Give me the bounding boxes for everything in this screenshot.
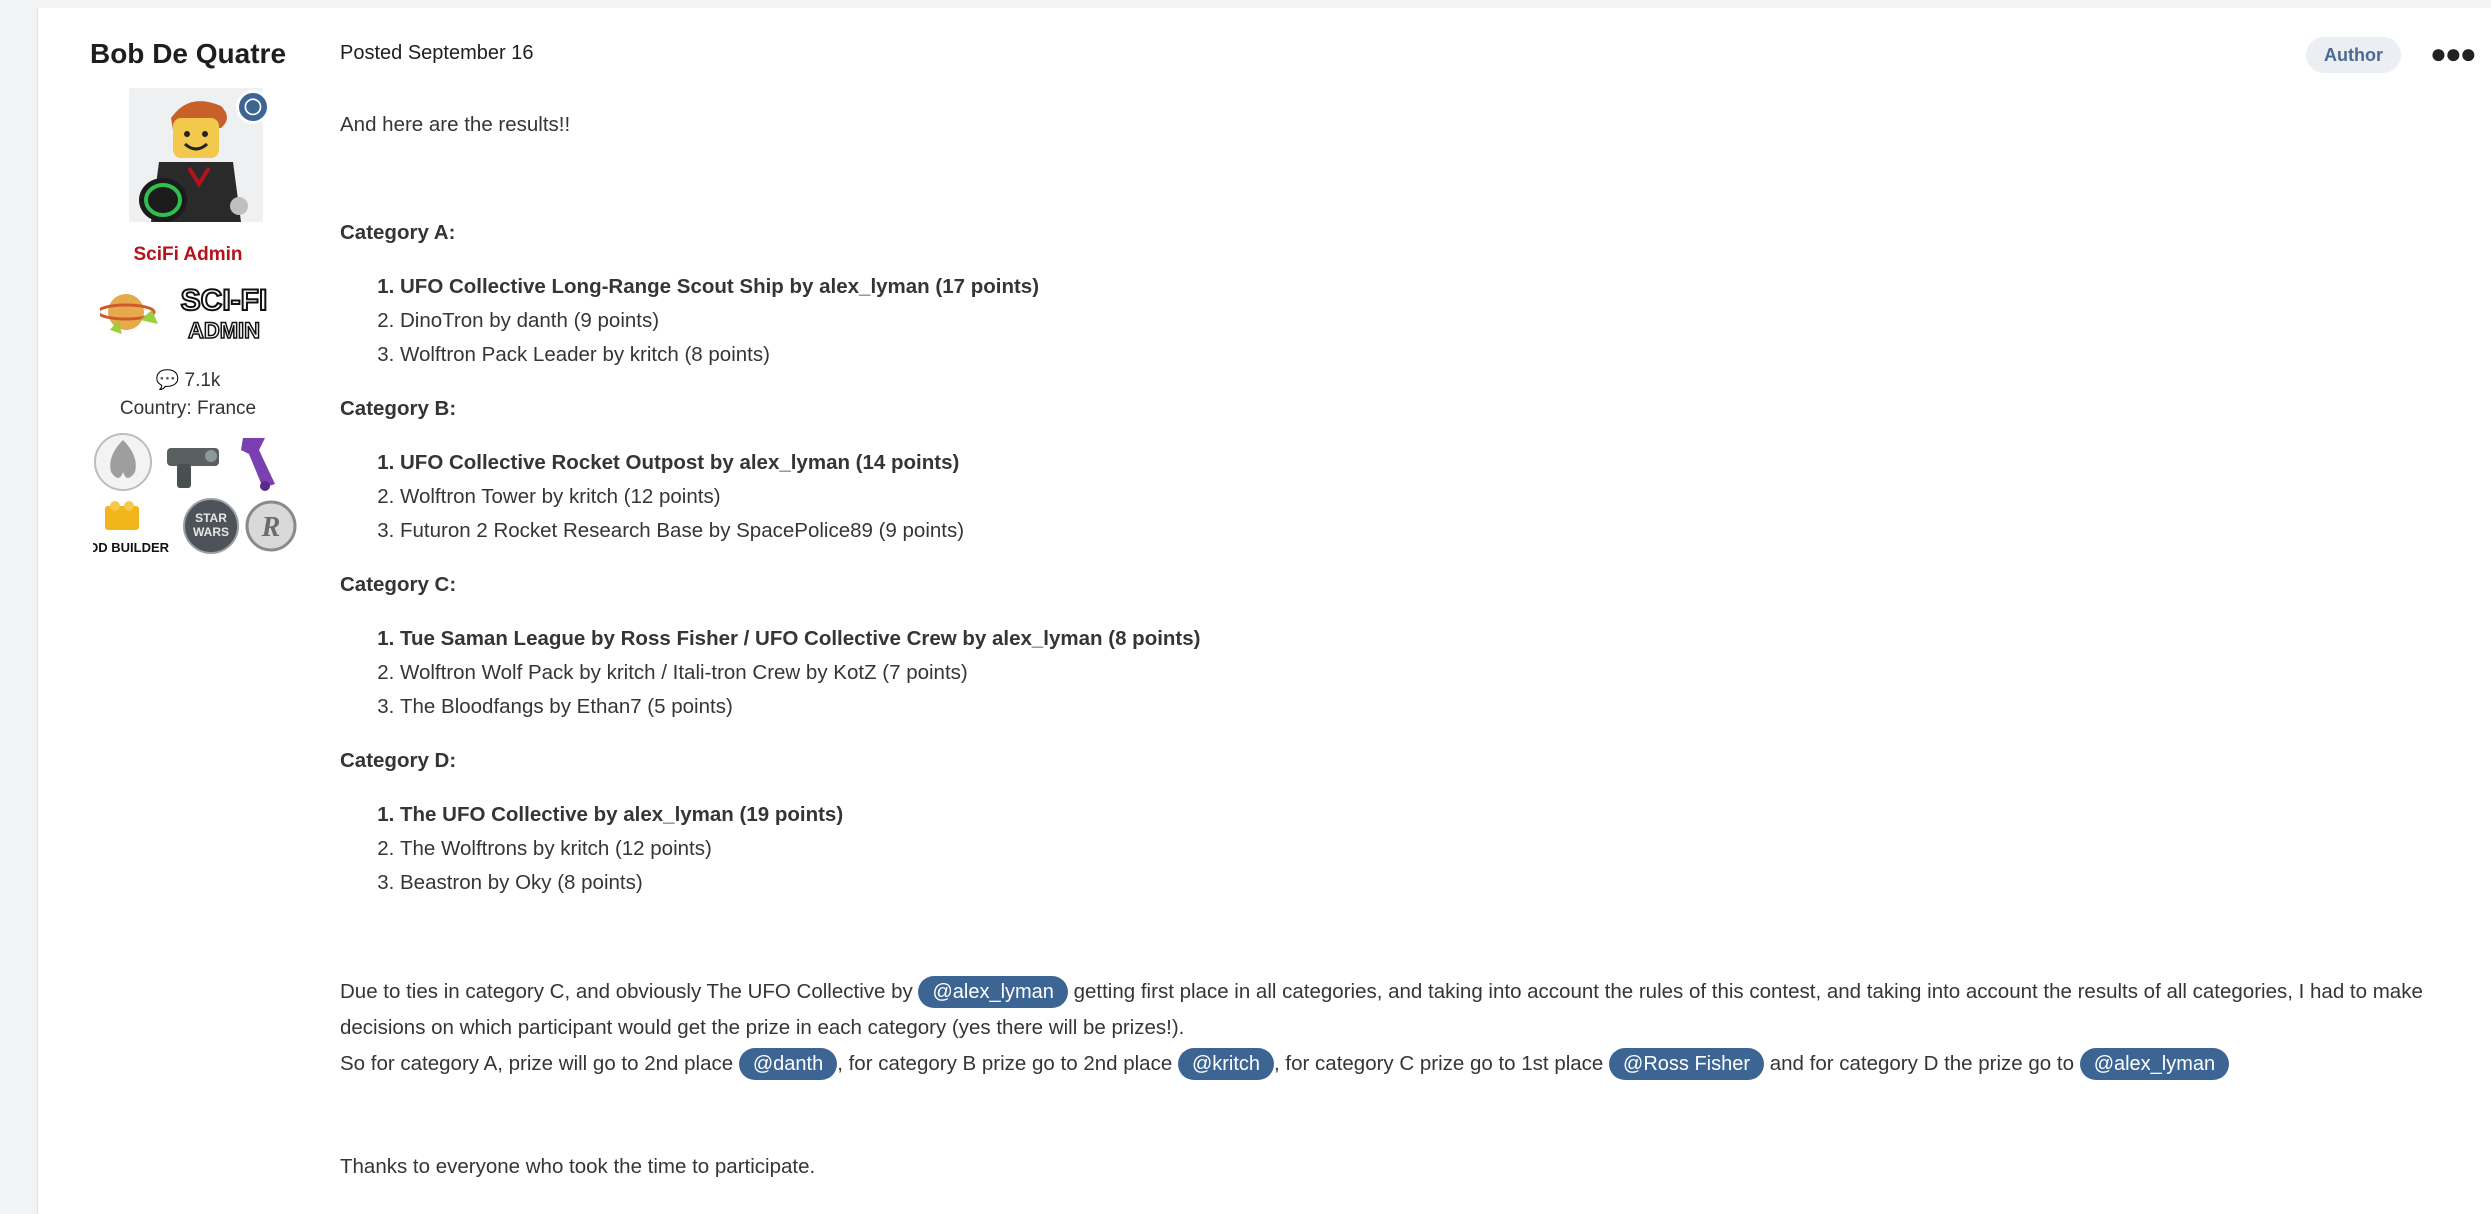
post-outro: Due to ties in category C, and obviously… — [340, 974, 2480, 1082]
category-block: Category A: UFO Collective Long-Range Sc… — [340, 216, 2480, 372]
result-item: UFO Collective Long-Range Scout Ship by … — [400, 270, 2480, 304]
badge-collection: LDD BUILDER STAR WARS R — [81, 428, 303, 558]
author-country: Country: France — [119, 398, 257, 419]
outro-text: and for category D the prize go to — [1764, 1052, 2080, 1075]
post-count[interactable]: 💬 7.1k — [38, 368, 338, 392]
star-wars-icon: STAR WARS — [183, 498, 239, 554]
purple-tool-icon — [241, 438, 275, 491]
category-block: Category C: Tue Saman League by Ross Fis… — [340, 568, 2480, 724]
outro-text: , for category B prize go to 2nd place — [837, 1052, 1178, 1075]
result-item: Futuron 2 Rocket Research Base by SpaceP… — [400, 514, 2480, 548]
comment-icon: 💬 — [155, 370, 180, 391]
post-count-value: 7.1k — [184, 370, 221, 391]
more-options-icon[interactable]: ●●● — [2430, 40, 2477, 68]
mention-danth[interactable]: @danth — [738, 1048, 838, 1080]
result-item: The Bloodfangs by Ethan7 (5 points) — [400, 690, 2480, 724]
mention-ross-fisher[interactable]: @Ross Fisher — [1609, 1048, 1765, 1080]
category-results: UFO Collective Rocket Outpost by alex_ly… — [400, 446, 2480, 548]
svg-text:ADMIN: ADMIN — [188, 318, 260, 343]
result-item: Beastron by Oky (8 points) — [400, 866, 2480, 900]
result-item: DinoTron by danth (9 points) — [400, 304, 2480, 338]
category-results: UFO Collective Long-Range Scout Ship by … — [400, 270, 2480, 372]
result-item: Wolftron Wolf Pack by kritch / Itali-tro… — [400, 656, 2480, 690]
rebel-alliance-icon — [94, 433, 152, 491]
post-thanks: Thanks to everyone who took the time to … — [340, 1155, 816, 1178]
result-item: UFO Collective Rocket Outpost by alex_ly… — [400, 446, 2480, 480]
category-results: Tue Saman League by Ross Fisher / UFO Co… — [400, 622, 2480, 724]
category-title: Category D: — [340, 749, 457, 772]
svg-text:STAR: STAR — [195, 511, 227, 525]
svg-text:SCI-FI: SCI-FI — [181, 284, 268, 317]
result-item: The Wolftrons by kritch (12 points) — [400, 832, 2480, 866]
result-item: Wolftron Pack Leader by kritch (8 points… — [400, 338, 2480, 372]
outro-text: , for category C prize go to 1st place — [1274, 1052, 1610, 1075]
mention-alex-lyman[interactable]: @alex_lyman — [2079, 1048, 2230, 1080]
mention-alex-lyman[interactable]: @alex_lyman — [918, 976, 1068, 1008]
forum-post: Bob De Quatre ◯ SciFi Admin SCI-FI ADMIN… — [37, 8, 2491, 1214]
blaster-icon — [167, 448, 219, 488]
ldd-builder-icon: LDD BUILDER — [81, 501, 170, 555]
result-item: Wolftron Tower by kritch (12 points) — [400, 480, 2480, 514]
group-image: SCI-FI ADMIN — [96, 280, 285, 344]
post-date[interactable]: Posted September 16 — [340, 42, 533, 65]
result-item: The UFO Collective by alex_lyman (19 poi… — [400, 798, 2480, 832]
svg-text:LDD BUILDER: LDD BUILDER — [93, 540, 170, 555]
post-content: And here are the results!! Category A: U… — [340, 108, 2480, 1184]
svg-text:R: R — [261, 512, 281, 543]
outro-text: So for category A, prize will go to 2nd … — [340, 1052, 739, 1075]
author-name[interactable]: Bob De Quatre — [38, 38, 338, 70]
outro-text: Due to ties in category C, and obviously… — [340, 980, 919, 1003]
r-badge-icon: R — [245, 500, 297, 552]
mention-kritch[interactable]: @kritch — [1177, 1048, 1275, 1080]
author-panel: Bob De Quatre ◯ SciFi Admin SCI-FI ADMIN… — [38, 8, 338, 1214]
post-intro: And here are the results!! — [340, 113, 571, 136]
category-results: The UFO Collective by alex_lyman (19 poi… — [400, 798, 2480, 900]
category-block: Category B: UFO Collective Rocket Outpos… — [340, 392, 2480, 548]
result-item: Tue Saman League by Ross Fisher / UFO Co… — [400, 622, 2480, 656]
category-title: Category C: — [340, 573, 457, 596]
member-group: SciFi Admin — [133, 244, 243, 265]
category-block: Category D: The UFO Collective by alex_l… — [340, 744, 2480, 900]
moderator-shield-icon: ◯ — [236, 90, 270, 124]
category-title: Category B: — [340, 397, 457, 420]
svg-text:WARS: WARS — [193, 525, 229, 539]
author-badge: Author — [2306, 37, 2401, 73]
category-title: Category A: — [340, 221, 456, 244]
